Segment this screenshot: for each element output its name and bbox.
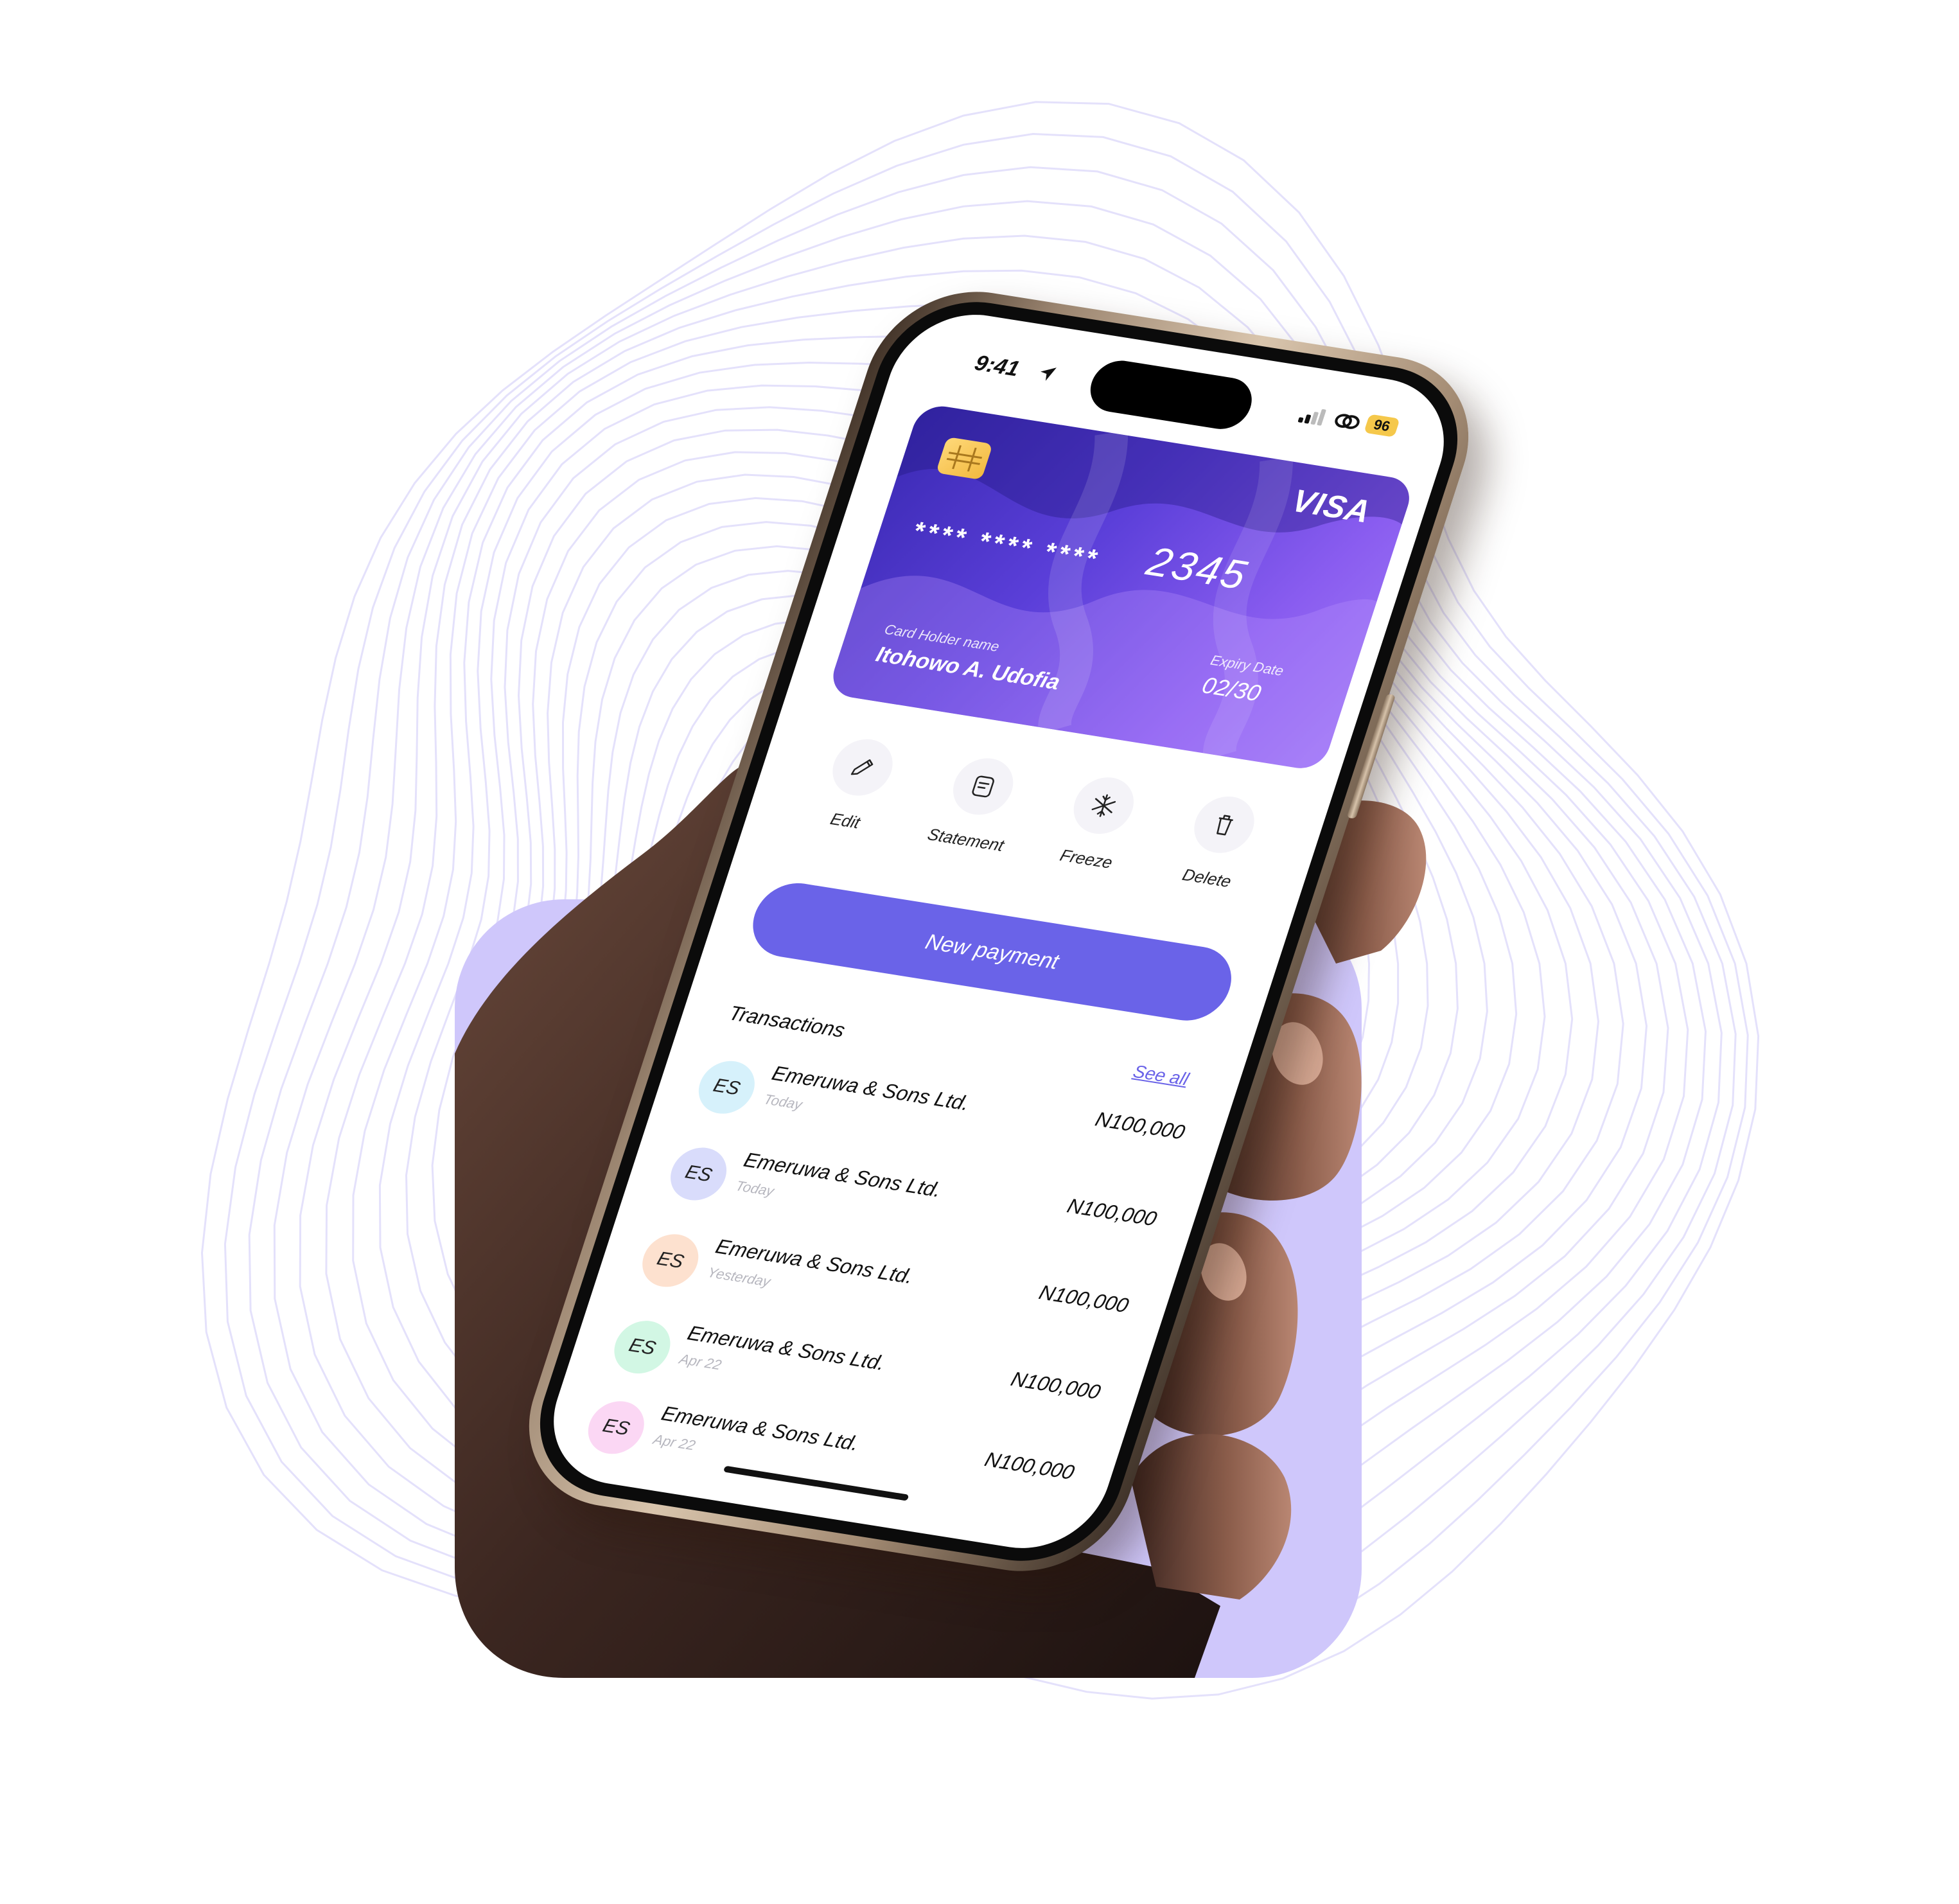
delete-button-bg bbox=[1186, 792, 1262, 858]
scene: 9:41 96 VISA **** **** **** 2345 Card Ho… bbox=[0, 0, 1959, 1904]
status-time: 9:41 bbox=[971, 351, 1023, 382]
edit-label: Edit bbox=[828, 809, 863, 833]
card-actions: Edit Statement Freeze Delete bbox=[780, 730, 1297, 912]
transaction-avatar: ES bbox=[635, 1230, 706, 1291]
transaction-amount: N100,000 bbox=[1064, 1194, 1160, 1231]
delete-button[interactable]: Delete bbox=[1142, 788, 1290, 911]
statement-button-bg bbox=[945, 754, 1021, 819]
edit-button-bg bbox=[825, 735, 900, 800]
transaction-avatar: ES bbox=[663, 1143, 734, 1204]
delete-label: Delete bbox=[1180, 865, 1234, 891]
see-all-link[interactable]: See all bbox=[1130, 1061, 1191, 1089]
signal-icon bbox=[1297, 409, 1326, 426]
transaction-avatar: ES bbox=[691, 1057, 762, 1118]
transaction-date: Apr 22 bbox=[651, 1431, 698, 1454]
payment-card[interactable]: VISA **** **** **** 2345 Card Holder nam… bbox=[826, 402, 1416, 772]
transaction-avatar: ES bbox=[581, 1397, 651, 1458]
pencil-icon bbox=[850, 759, 874, 775]
trash-icon bbox=[1217, 815, 1234, 836]
transaction-date: Apr 22 bbox=[677, 1350, 724, 1373]
snowflake-icon bbox=[1091, 794, 1116, 817]
transaction-amount: N100,000 bbox=[1008, 1367, 1104, 1404]
transaction-amount: N100,000 bbox=[1093, 1107, 1188, 1144]
transaction-date: Today bbox=[734, 1177, 777, 1199]
battery-badge: 96 bbox=[1364, 414, 1400, 437]
document-icon bbox=[972, 775, 994, 798]
dynamic-island bbox=[1084, 357, 1259, 433]
transactions-title: Transactions bbox=[726, 1001, 848, 1042]
transaction-amount: N100,000 bbox=[1036, 1280, 1132, 1317]
card-wave-pattern bbox=[826, 402, 1416, 772]
freeze-button-bg bbox=[1066, 773, 1141, 838]
statement-label: Statement bbox=[925, 824, 1006, 855]
transaction-date: Today bbox=[762, 1091, 805, 1113]
link-icon bbox=[1335, 414, 1360, 429]
transaction-avatar: ES bbox=[607, 1317, 678, 1378]
new-payment-button[interactable]: New payment bbox=[742, 877, 1242, 1027]
location-arrow-icon bbox=[1041, 367, 1057, 381]
freeze-label: Freeze bbox=[1057, 845, 1116, 872]
transaction-date: Yesterday bbox=[705, 1264, 773, 1290]
